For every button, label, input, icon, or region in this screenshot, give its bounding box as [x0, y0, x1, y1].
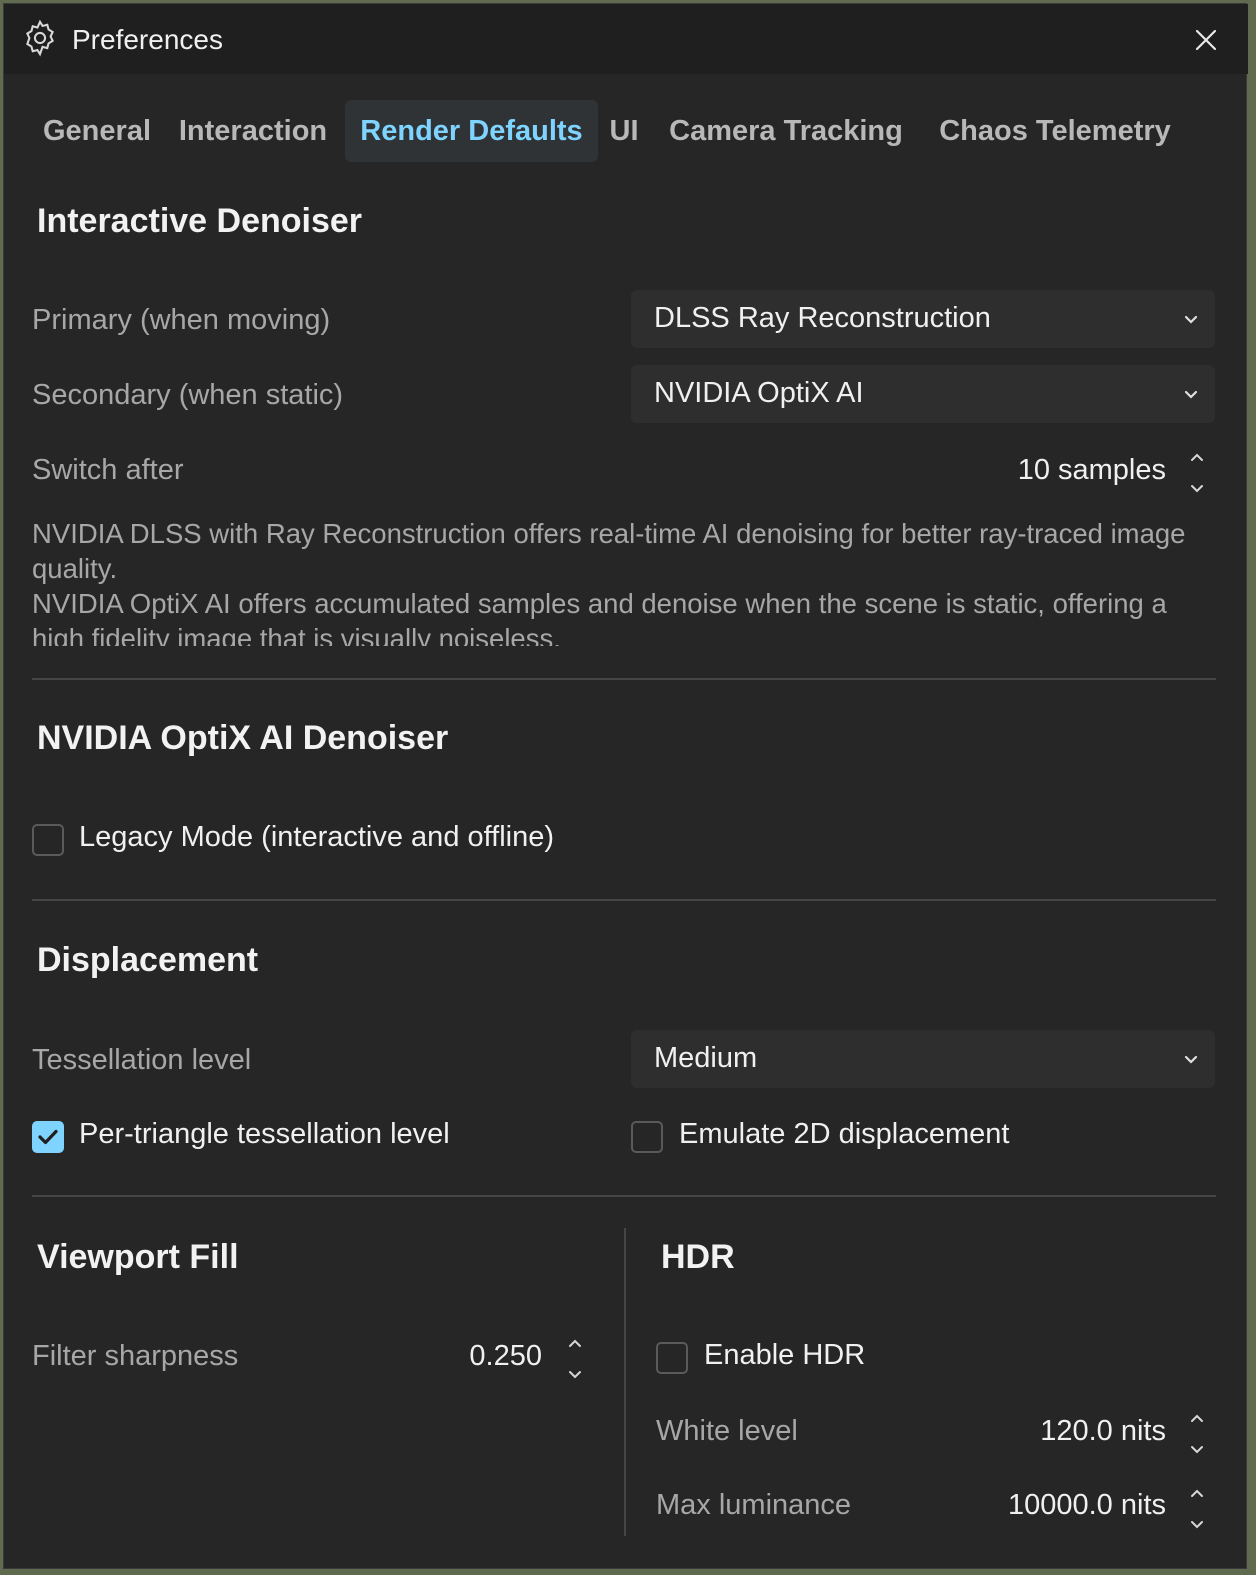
divider [32, 899, 1216, 901]
tab-camera-tracking[interactable]: Camera Tracking [654, 100, 918, 162]
emulate-2d-checkbox[interactable] [631, 1121, 663, 1153]
tessellation-select[interactable]: Medium [631, 1030, 1215, 1088]
tab-render-defaults[interactable]: Render Defaults [345, 100, 598, 162]
description-dlss: NVIDIA DLSS with Ray Reconstruction offe… [32, 518, 1186, 584]
filter-sharpness-label: Filter sharpness [32, 1340, 239, 1372]
tab-bar: General Interaction Render Defaults UI C… [4, 100, 1248, 162]
chevron-down-icon [1184, 315, 1198, 324]
per-triangle-label[interactable]: Per-triangle tessellation level [79, 1118, 450, 1151]
secondary-denoiser-value: NVIDIA OptiX AI [654, 377, 864, 409]
divider [32, 678, 1216, 680]
secondary-label: Secondary (when static) [32, 379, 344, 411]
white-level-stepper[interactable] [1186, 1409, 1208, 1461]
section-title-hdr: HDR [661, 1238, 735, 1276]
switch-after-label: Switch after [32, 454, 184, 486]
filter-sharpness-value[interactable]: 0.250 [469, 1340, 542, 1373]
section-title-optix-denoiser: NVIDIA OptiX AI Denoiser [37, 719, 449, 757]
white-level-value[interactable]: 120.0 nits [1040, 1415, 1166, 1448]
per-triangle-checkbox[interactable] [32, 1121, 64, 1153]
secondary-denoiser-select[interactable]: NVIDIA OptiX AI [631, 365, 1215, 423]
window-title: Preferences [72, 24, 223, 55]
gear-icon [26, 19, 54, 57]
max-luminance-label: Max luminance [656, 1489, 852, 1521]
section-title-interactive-denoiser: Interactive Denoiser [37, 202, 363, 240]
max-luminance-stepper[interactable] [1186, 1484, 1208, 1536]
chevron-down-icon [1184, 390, 1198, 399]
emulate-2d-label[interactable]: Emulate 2D displacement [679, 1118, 1009, 1151]
chevron-down-icon [1184, 1055, 1198, 1064]
max-luminance-value[interactable]: 10000.0 nits [1008, 1489, 1166, 1522]
enable-hdr-checkbox[interactable] [656, 1342, 688, 1374]
denoiser-description: NVIDIA DLSS with Ray Reconstruction offe… [32, 516, 1222, 646]
legacy-mode-label[interactable]: Legacy Mode (interactive and offline) [79, 821, 554, 854]
section-title-displacement: Displacement [37, 941, 259, 979]
section-title-viewport-fill: Viewport Fill [37, 1238, 239, 1276]
tessellation-label: Tessellation level [32, 1044, 252, 1076]
enable-hdr-label[interactable]: Enable HDR [704, 1339, 865, 1372]
checkmark-icon [38, 1129, 58, 1145]
tab-interaction[interactable]: Interaction [168, 100, 338, 162]
switch-after-value[interactable]: 10 samples [1018, 454, 1166, 487]
tessellation-value: Medium [654, 1042, 758, 1074]
column-divider [624, 1228, 626, 1536]
description-optix: NVIDIA OptiX AI offers accumulated sampl… [32, 588, 1167, 646]
filter-sharpness-stepper[interactable] [564, 1334, 586, 1386]
white-level-label: White level [656, 1415, 798, 1447]
tab-ui[interactable]: UI [602, 100, 646, 162]
preferences-window: Preferences General Interaction Render D… [3, 3, 1248, 1569]
close-button[interactable] [1184, 18, 1228, 62]
primary-denoiser-select[interactable]: DLSS Ray Reconstruction [631, 290, 1215, 348]
primary-label: Primary (when moving) [32, 304, 331, 336]
close-icon [1195, 29, 1217, 51]
divider [32, 1195, 1216, 1197]
title-bar: Preferences [4, 4, 1248, 74]
tab-chaos-telemetry[interactable]: Chaos Telemetry [925, 100, 1185, 162]
primary-denoiser-value: DLSS Ray Reconstruction [654, 302, 991, 334]
legacy-mode-checkbox[interactable] [32, 824, 64, 856]
tab-general[interactable]: General [32, 100, 162, 162]
switch-after-stepper[interactable] [1186, 448, 1208, 500]
